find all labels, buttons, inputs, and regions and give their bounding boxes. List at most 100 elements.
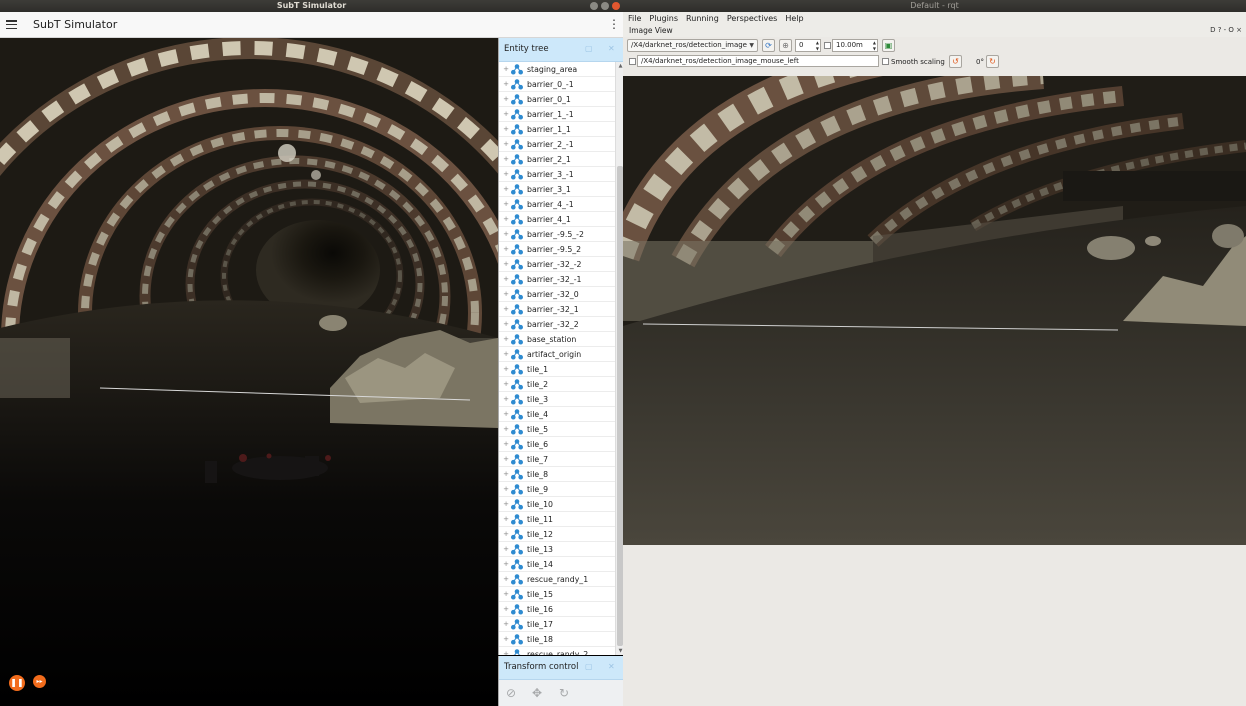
expand-plus-icon[interactable]: + (501, 590, 511, 598)
translate-tool-icon[interactable]: ✥ (530, 686, 544, 700)
simulation-3d-view[interactable]: ❚❚ ▸▸ (0, 38, 498, 706)
more-options-icon[interactable]: ⋮ (608, 18, 620, 32)
rotate-tool-icon[interactable]: ↻ (557, 686, 571, 700)
expand-plus-icon[interactable]: + (501, 515, 511, 523)
entity-row[interactable]: + tile_15 (499, 587, 615, 602)
expand-plus-icon[interactable]: + (501, 80, 511, 88)
rotate-right-button[interactable]: ↻ (986, 55, 999, 68)
entity-row[interactable]: + barrier_2_-1 (499, 137, 615, 152)
menu-help[interactable]: Help (785, 12, 803, 25)
entity-row[interactable]: + artifact_origin (499, 347, 615, 362)
save-image-button[interactable]: ▣ (882, 39, 895, 52)
expand-plus-icon[interactable]: + (501, 200, 511, 208)
entity-row[interactable]: + tile_9 (499, 482, 615, 497)
expand-plus-icon[interactable]: + (501, 485, 511, 493)
mouse-publish-checkbox[interactable] (629, 58, 636, 65)
expand-plus-icon[interactable]: + (501, 350, 511, 358)
mouse-topic-input[interactable]: /X4/darknet_ros/detection_image_mouse_le… (637, 55, 879, 67)
entity-row[interactable]: + rescue_randy_1 (499, 572, 615, 587)
expand-plus-icon[interactable]: + (501, 650, 511, 655)
zoom-button[interactable]: ⊕ (779, 39, 792, 52)
pause-button[interactable]: ❚❚ (9, 675, 25, 691)
panel-close-icon[interactable]: ✕ (608, 44, 615, 53)
detection-image-view[interactable] (623, 76, 1246, 545)
entity-row[interactable]: + staging_area (499, 62, 615, 77)
expand-plus-icon[interactable]: + (501, 185, 511, 193)
expand-plus-icon[interactable]: + (501, 170, 511, 178)
entity-row[interactable]: + tile_13 (499, 542, 615, 557)
expand-plus-icon[interactable]: + (501, 530, 511, 538)
entity-row[interactable]: + barrier_4_1 (499, 212, 615, 227)
spin-arrows-icon[interactable]: ▲ ▼ (816, 40, 819, 51)
entity-row[interactable]: + tile_16 (499, 602, 615, 617)
step-button[interactable]: ▸▸ (33, 675, 46, 688)
menu-running[interactable]: Running (686, 12, 719, 25)
entity-row[interactable]: + tile_17 (499, 617, 615, 632)
entity-row[interactable]: + barrier_3_1 (499, 182, 615, 197)
expand-plus-icon[interactable]: + (501, 95, 511, 103)
entity-row[interactable]: + barrier_4_-1 (499, 197, 615, 212)
panel-float-icon[interactable]: ▢ (585, 662, 593, 671)
entity-row[interactable]: + tile_10 (499, 497, 615, 512)
entity-row[interactable]: + barrier_-32_1 (499, 302, 615, 317)
expand-plus-icon[interactable]: + (501, 380, 511, 388)
entity-list[interactable]: + staging_area + barrier_0_-1 + barrier_0_1 + b… (499, 62, 615, 655)
entity-row[interactable]: + tile_18 (499, 632, 615, 647)
expand-plus-icon[interactable]: + (501, 260, 511, 268)
entity-row[interactable]: + tile_4 (499, 407, 615, 422)
expand-plus-icon[interactable]: + (501, 275, 511, 283)
entity-row[interactable]: + barrier_-32_-1 (499, 272, 615, 287)
expand-plus-icon[interactable]: + (501, 635, 511, 643)
expand-plus-icon[interactable]: + (501, 290, 511, 298)
expand-plus-icon[interactable]: + (501, 545, 511, 553)
entity-row[interactable]: + barrier_2_1 (499, 152, 615, 167)
entity-row[interactable]: + rescue_randy_2 (499, 647, 615, 655)
maximize-button[interactable] (601, 2, 609, 10)
entity-row[interactable]: + tile_14 (499, 557, 615, 572)
entity-tree-scrollbar[interactable]: ▲ ▼ (615, 62, 623, 655)
plugin-controls[interactable]: D ? - O × (1210, 26, 1242, 34)
menu-file[interactable]: File (628, 12, 641, 25)
entity-row[interactable]: + barrier_-32_0 (499, 287, 615, 302)
expand-plus-icon[interactable]: + (501, 110, 511, 118)
entity-row[interactable]: + barrier_-32_2 (499, 317, 615, 332)
close-button[interactable] (612, 2, 620, 10)
entity-row[interactable]: + barrier_0_-1 (499, 77, 615, 92)
scale-spinbox[interactable]: 0 ▲ ▼ (795, 39, 821, 52)
menu-plugins[interactable]: Plugins (649, 12, 678, 25)
expand-plus-icon[interactable]: + (501, 410, 511, 418)
topic-select[interactable]: /X4/darknet_ros/detection_image ▼ (627, 39, 758, 52)
expand-plus-icon[interactable]: + (501, 470, 511, 478)
refresh-button[interactable]: ⟳ (762, 39, 775, 52)
rotate-left-button[interactable]: ↺ (949, 55, 962, 68)
expand-plus-icon[interactable]: + (501, 320, 511, 328)
expand-plus-icon[interactable]: + (501, 560, 511, 568)
select-tool-icon[interactable]: ⊘ (504, 686, 518, 700)
panel-float-icon[interactable]: ▢ (585, 44, 593, 53)
expand-plus-icon[interactable]: + (501, 395, 511, 403)
expand-plus-icon[interactable]: + (501, 365, 511, 373)
entity-row[interactable]: + tile_12 (499, 527, 615, 542)
panel-close-icon[interactable]: ✕ (608, 662, 615, 671)
entity-row[interactable]: + tile_2 (499, 377, 615, 392)
menu-perspectives[interactable]: Perspectives (727, 12, 778, 25)
expand-plus-icon[interactable]: + (501, 245, 511, 253)
expand-plus-icon[interactable]: + (501, 140, 511, 148)
entity-row[interactable]: + tile_3 (499, 392, 615, 407)
expand-plus-icon[interactable]: + (501, 440, 511, 448)
expand-plus-icon[interactable]: + (501, 575, 511, 583)
entity-row[interactable]: + tile_8 (499, 467, 615, 482)
expand-plus-icon[interactable]: + (501, 335, 511, 343)
entity-row[interactable]: + tile_1 (499, 362, 615, 377)
spin-arrows-icon[interactable]: ▲ ▼ (873, 40, 876, 51)
expand-plus-icon[interactable]: + (501, 65, 511, 73)
entity-row[interactable]: + barrier_-9.5_2 (499, 242, 615, 257)
expand-plus-icon[interactable]: + (501, 155, 511, 163)
expand-plus-icon[interactable]: + (501, 125, 511, 133)
expand-plus-icon[interactable]: + (501, 305, 511, 313)
expand-plus-icon[interactable]: + (501, 620, 511, 628)
entity-row[interactable]: + barrier_0_1 (499, 92, 615, 107)
max-range-spinbox[interactable]: 10.00m ▲ ▼ (832, 39, 878, 52)
expand-plus-icon[interactable]: + (501, 215, 511, 223)
menu-hamburger-icon[interactable] (6, 20, 17, 30)
